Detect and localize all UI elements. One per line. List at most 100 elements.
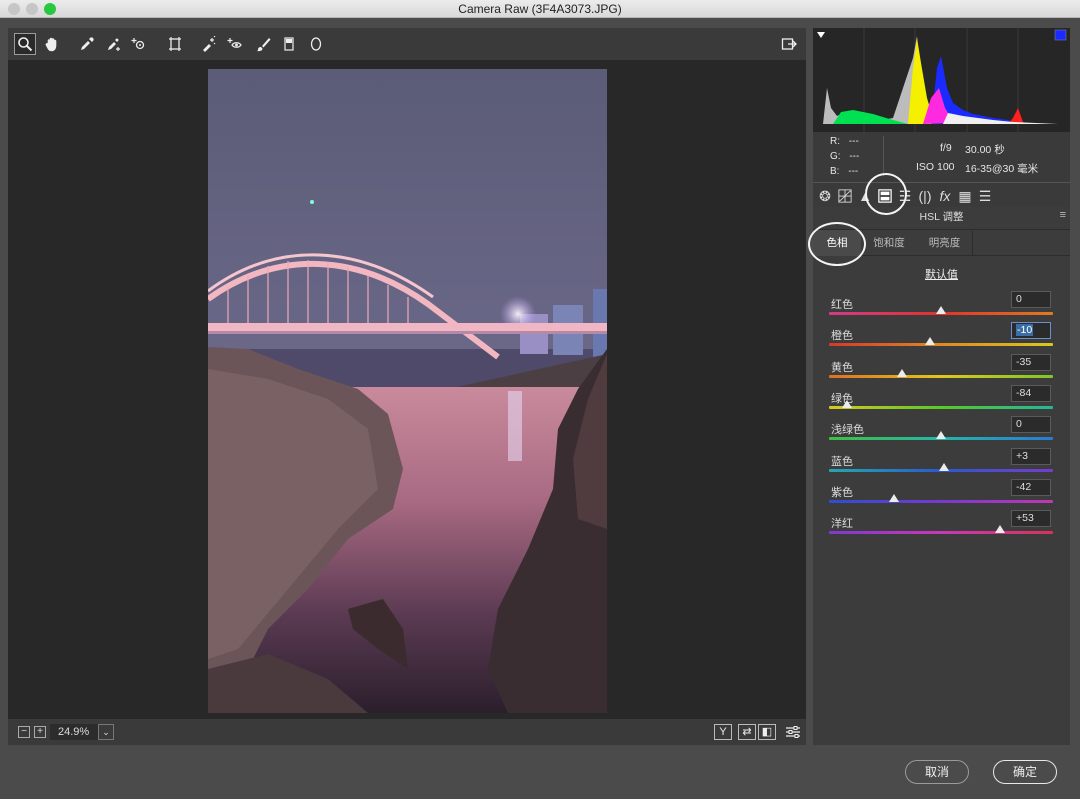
aperture-value: f/9 (940, 142, 952, 154)
adjustment-panel: R: --- G: --- B: --- f/9 30.00 秒 ISO 100… (813, 28, 1070, 745)
hand-icon[interactable] (41, 33, 63, 55)
slider-thumb[interactable] (936, 306, 946, 314)
slider-value-field[interactable]: -84 (1011, 384, 1051, 402)
hsl-icon[interactable] (876, 187, 894, 205)
slider-row: 黄色 -35 (813, 353, 1070, 384)
slider-value-text: +53 (1016, 512, 1034, 525)
slider-thumb[interactable] (939, 462, 950, 471)
slider-thumb[interactable] (924, 337, 935, 346)
slider-value-text: -35 (1016, 355, 1032, 368)
slider-track[interactable] (829, 405, 1053, 409)
fx-icon[interactable]: fx (936, 187, 954, 205)
hsl-subtabs: 色相 饱和度 明亮度 (813, 229, 1070, 256)
slider-thumb[interactable] (841, 399, 852, 408)
presets-icon[interactable]: ☰ (976, 187, 994, 205)
camera-raw-window: Camera Raw (3F4A3073.JPG) − + 24.9% ⌄ Y … (0, 0, 1080, 799)
slider-thumb[interactable] (995, 525, 1006, 534)
lens-icon[interactable]: (|) (916, 187, 934, 205)
g-label: G: (830, 151, 841, 162)
calibration-icon[interactable]: ▦ (956, 187, 974, 205)
tone-curve-icon[interactable] (836, 187, 854, 205)
slider-value-field[interactable]: -35 (1011, 353, 1051, 371)
slider-track[interactable] (829, 499, 1053, 503)
tab-hue[interactable]: 色相 (813, 230, 861, 256)
slider-row: 洋红 +53 (813, 509, 1070, 540)
status-bar: − + 24.9% ⌄ Y ⇄ ◧ (8, 719, 806, 745)
b-label: B: (830, 166, 840, 177)
slider-value-field[interactable]: 0 (1011, 416, 1051, 434)
window-title: Camera Raw (3F4A3073.JPG) (458, 2, 622, 16)
slider-track[interactable] (829, 531, 1053, 535)
default-link[interactable]: 默认值 (813, 266, 1070, 282)
r-label: R: (830, 136, 840, 147)
title-bar: Camera Raw (3F4A3073.JPG) (0, 0, 1080, 18)
slider-label: 洋红 (831, 518, 853, 531)
slider-track[interactable] (829, 374, 1053, 378)
detail-icon[interactable]: ▲ (856, 187, 874, 205)
view-toggle-button[interactable]: Y (714, 724, 732, 740)
slider-row: 绿色 -84 (813, 384, 1070, 415)
split-toning-icon[interactable]: ☷ (896, 187, 914, 205)
preview-preferences-icon[interactable] (782, 721, 804, 743)
ok-button[interactable]: 确定 (993, 760, 1057, 784)
b-value: --- (848, 166, 859, 177)
menu-icon[interactable]: ≡ (1060, 209, 1066, 221)
slider-row: 蓝色 +3 (813, 447, 1070, 478)
slider-thumb[interactable] (896, 368, 907, 377)
slider-thumb[interactable] (936, 431, 946, 440)
target-icon[interactable] (128, 33, 150, 55)
graduated-filter-icon[interactable] (278, 33, 300, 55)
copy-settings-button[interactable]: ◧ (758, 724, 776, 740)
basic-icon[interactable]: ❂ (816, 187, 834, 205)
slider-label: 红色 (831, 299, 853, 311)
slider-value-field[interactable]: 0 (1011, 291, 1051, 308)
magnifier-icon[interactable] (14, 33, 36, 55)
slider-thumb[interactable] (888, 493, 899, 502)
slider-value-text: -10 (1016, 324, 1034, 337)
slider-row: 红色 0 (813, 290, 1070, 321)
lens-value: 16-35@30 毫米 (965, 163, 1039, 175)
slider-track[interactable] (829, 343, 1053, 347)
slider-value-text: 0 (1016, 418, 1022, 431)
slider-value-text: +3 (1016, 449, 1028, 462)
photo-preview (208, 69, 607, 713)
eyedropper-icon[interactable] (76, 33, 98, 55)
brush-icon[interactable] (252, 33, 274, 55)
export-icon[interactable] (778, 33, 800, 55)
histogram (813, 28, 1070, 132)
g-value: --- (849, 151, 860, 162)
preview-area[interactable] (8, 60, 806, 719)
radial-filter-icon[interactable] (305, 33, 327, 55)
slider-value-field[interactable]: +3 (1011, 447, 1051, 465)
slider-value-field[interactable]: -10 (1011, 322, 1051, 340)
slider-label: 橙色 (831, 330, 853, 343)
slider-value-field[interactable]: +53 (1011, 510, 1051, 528)
chevron-down-icon[interactable]: ⌄ (98, 724, 114, 740)
slider-value-field[interactable]: -42 (1011, 478, 1051, 496)
color-sampler-icon[interactable] (102, 33, 124, 55)
tab-saturation[interactable]: 饱和度 (861, 230, 917, 256)
slider-value-text: -84 (1016, 386, 1032, 399)
slider-label: 浅绿色 (831, 424, 864, 437)
transform-icon[interactable] (164, 33, 186, 55)
image-info: R: --- G: --- B: --- f/9 30.00 秒 ISO 100… (813, 132, 1070, 182)
spot-removal-icon[interactable] (198, 33, 220, 55)
slider-value-text: 0 (1016, 293, 1022, 305)
zoom-level-field[interactable]: 24.9% (50, 724, 98, 740)
tab-luminance[interactable]: 明亮度 (917, 230, 972, 256)
r-value: --- (848, 136, 859, 147)
zoom-out-button[interactable]: − (18, 726, 30, 738)
red-eye-icon[interactable] (224, 33, 246, 55)
slider-row: 橙色 -10 (813, 321, 1070, 352)
swap-settings-button[interactable]: ⇄ (738, 724, 756, 740)
slider-label: 紫色 (831, 486, 853, 499)
slider-label: 蓝色 (831, 455, 853, 468)
slider-label: 黄色 (831, 361, 853, 374)
cancel-button[interactable]: 取消 (905, 760, 969, 784)
iso-value: ISO 100 (916, 161, 955, 173)
panel-tabs: ❂ ▲ ☷ (|) fx ▦ ☰ (813, 182, 1070, 207)
slider-value-text: -42 (1016, 480, 1032, 493)
panel-title: HSL 调整 (919, 211, 964, 223)
shutter-value: 30.00 秒 (965, 144, 1005, 156)
zoom-in-button[interactable]: + (34, 726, 46, 738)
